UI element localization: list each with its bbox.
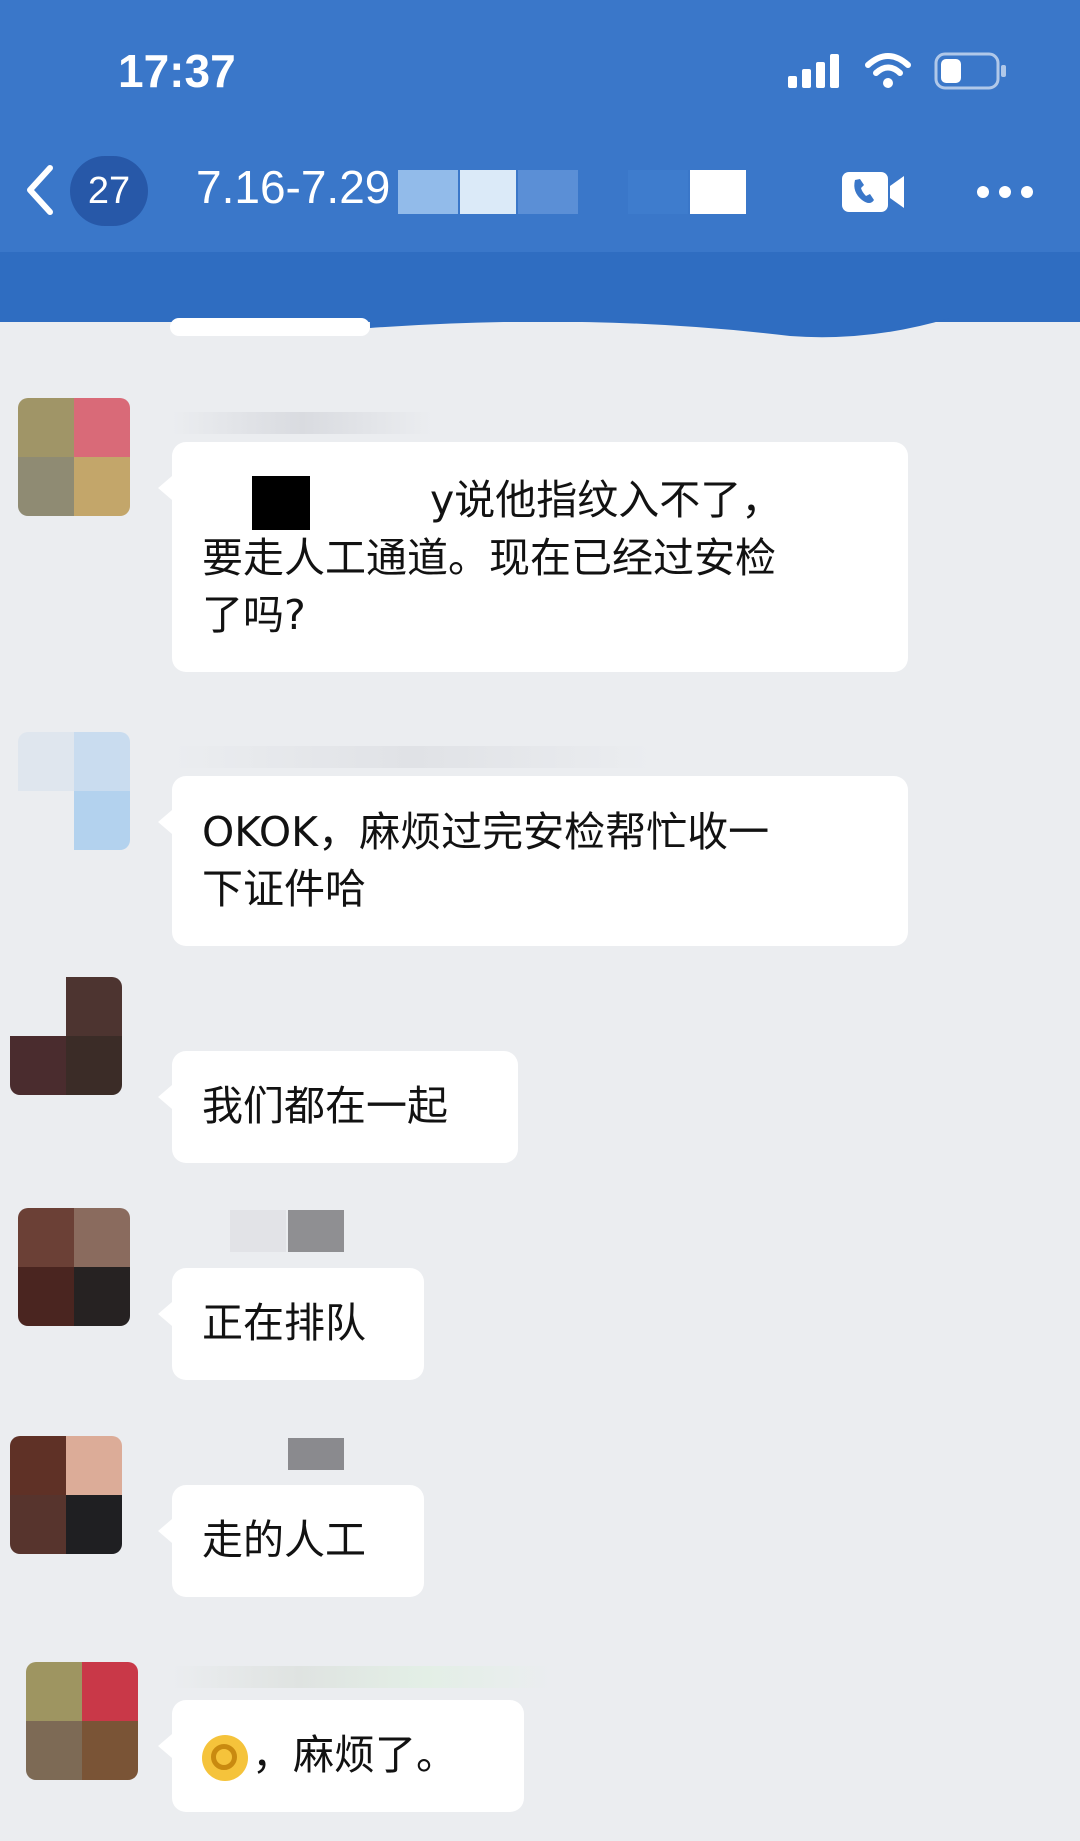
message-line: 我们都在一起 — [202, 1082, 448, 1130]
redacted-text — [252, 476, 310, 530]
video-call-icon[interactable] — [840, 166, 906, 218]
message-line: 走的人工 — [202, 1516, 366, 1564]
chevron-left-icon[interactable] — [20, 160, 60, 220]
avatar[interactable] — [10, 1436, 122, 1554]
message-line: y说他指纹入不了， — [202, 472, 878, 530]
avatar[interactable] — [26, 1662, 138, 1780]
message-line: 要走人工通道。现在已经过安检 — [202, 534, 776, 582]
battery-icon — [934, 52, 1006, 90]
avatar[interactable] — [18, 732, 130, 850]
message-bubble[interactable]: 我们都在一起 — [158, 1051, 518, 1163]
message-bubble[interactable]: 走的人工 — [158, 1485, 424, 1597]
message-line: 了吗? — [202, 591, 306, 639]
sender-name-redacted — [172, 1438, 382, 1470]
signal-icon — [788, 54, 839, 88]
message-bubble[interactable]: y说他指纹入不了， 要走人工通道。现在已经过安检 了吗? — [158, 442, 908, 672]
nav-bar: 27 7.16-7.29 — [0, 150, 1080, 230]
message-bubble[interactable]: 正在排队 — [158, 1268, 424, 1380]
unread-count-badge[interactable]: 27 — [70, 156, 148, 226]
message-line: ，麻烦了。 — [202, 1727, 494, 1784]
sender-name-redacted — [172, 1210, 382, 1252]
message-bubble[interactable]: OKOK，麻烦过完安检帮忙收一 下证件哈 — [158, 776, 908, 946]
header-band — [0, 252, 1080, 322]
avatar[interactable] — [18, 1208, 130, 1326]
more-icon[interactable] — [975, 170, 1035, 214]
wifi-icon — [865, 53, 911, 88]
message-line: 下证件哈 — [202, 865, 366, 913]
chat-title[interactable]: 7.16-7.29 — [196, 160, 390, 214]
message-bubble[interactable]: ，麻烦了。 — [158, 1700, 524, 1812]
avatar[interactable] — [10, 977, 122, 1095]
status-icons — [788, 52, 1008, 90]
message-line: 正在排队 — [202, 1299, 366, 1347]
title-redaction — [398, 170, 788, 214]
chat-header: 17:37 27 7.16-7.29 — [0, 0, 1080, 322]
message-line: OKOK，麻烦过完安检帮忙收一 — [202, 808, 770, 856]
sender-name-redacted — [172, 1666, 552, 1688]
ok-hand-emoji — [202, 1735, 248, 1781]
status-time: 17:37 — [118, 45, 236, 97]
sender-name-redacted — [172, 746, 652, 768]
sender-name-redacted — [172, 412, 432, 434]
avatar[interactable] — [18, 398, 130, 516]
top-blur-edge — [170, 318, 950, 338]
